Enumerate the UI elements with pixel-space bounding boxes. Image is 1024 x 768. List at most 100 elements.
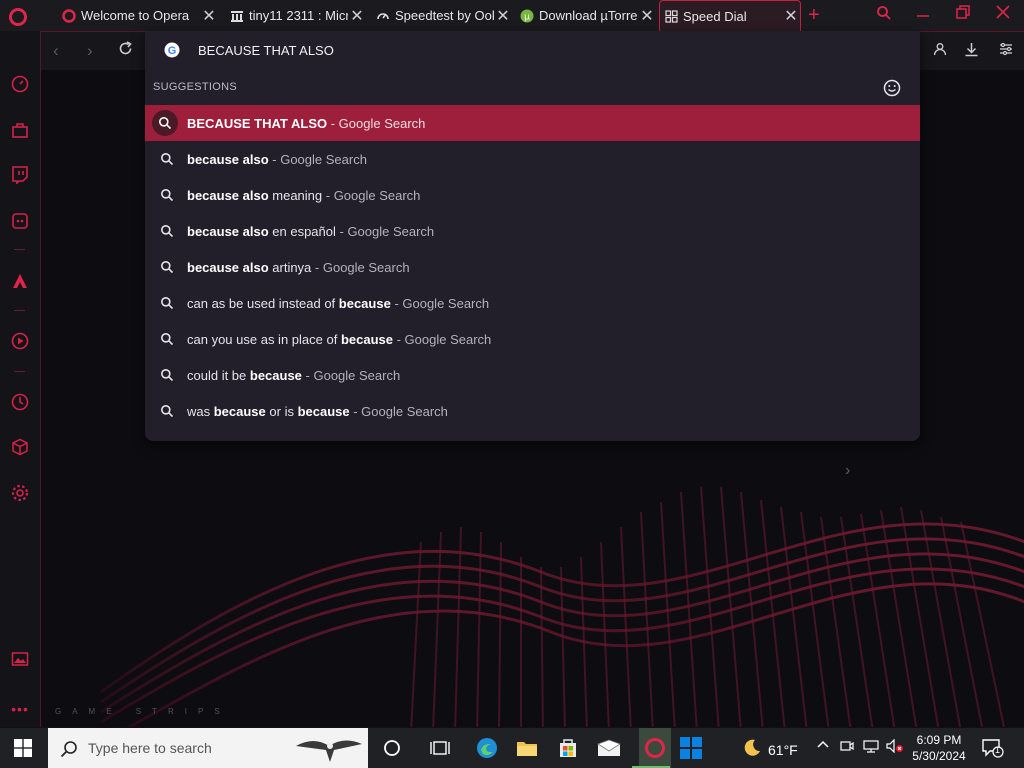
file-explorer-icon[interactable] xyxy=(515,736,539,760)
forward-icon[interactable]: › xyxy=(87,41,93,61)
back-icon[interactable]: ‹ xyxy=(53,41,59,61)
game-bag-icon[interactable] xyxy=(10,120,30,140)
suggestion-item[interactable]: can you use as in place of because - Goo… xyxy=(145,321,920,357)
close-icon[interactable]: ✕ xyxy=(348,6,366,26)
system-clock[interactable]: 6:09 PM 5/30/2024 xyxy=(910,732,968,764)
suggestion-suffix: - Google Search xyxy=(390,295,490,311)
suggestion-bold: because also xyxy=(187,151,269,167)
sidebar-divider xyxy=(14,249,25,250)
suggestion-item[interactable]: because also artinya - Google Search xyxy=(145,249,920,285)
cortana-icon[interactable] xyxy=(380,736,404,760)
suggestion-rest: artinya xyxy=(268,259,312,275)
suggestion-item[interactable]: because also - Google Search xyxy=(145,141,920,177)
archive-icon xyxy=(230,9,244,23)
download-icon[interactable] xyxy=(964,42,979,60)
tab-title: tiny11 2311 : Microsoft xyxy=(249,8,348,23)
windows-tiles-icon[interactable] xyxy=(679,736,703,760)
tab-title: Welcome to Opera xyxy=(81,8,190,23)
meet-now-icon[interactable] xyxy=(840,739,854,756)
tab-speedtest[interactable]: Speedtest by Ookla ✕ xyxy=(372,0,512,31)
close-icon[interactable]: ✕ xyxy=(782,6,800,26)
task-view-icon[interactable] xyxy=(428,736,452,760)
opera-menu-icon[interactable] xyxy=(9,8,27,26)
suggestion-suffix: - Google Search xyxy=(311,259,410,275)
clock-date: 5/30/2024 xyxy=(912,749,966,763)
extensions-cube-icon[interactable] xyxy=(10,437,30,457)
new-tab-plus-icon[interactable]: + xyxy=(808,4,820,27)
notification-center-icon[interactable]: 1 xyxy=(982,738,1004,763)
address-input-row[interactable]: G BECAUSE THAT ALSO xyxy=(145,31,920,69)
suggestion-rest: en español xyxy=(268,223,336,239)
history-clock-icon[interactable] xyxy=(10,392,30,412)
close-window-icon[interactable] xyxy=(996,5,1010,24)
suggestion-item[interactable]: could it be because - Google Search xyxy=(145,357,920,393)
search-icon xyxy=(158,330,176,348)
suggestion-suffix: - Google Search xyxy=(335,223,435,239)
discord-icon[interactable] xyxy=(10,211,30,231)
weather-widget[interactable]: 61°F xyxy=(742,738,798,761)
mail-icon[interactable] xyxy=(597,736,621,760)
tab-tiny11[interactable]: tiny11 2311 : Microsoft ✕ xyxy=(226,0,366,31)
suggestion-suffix: - Google Search xyxy=(349,403,448,419)
suggestion-suffix: - Google Search xyxy=(301,367,401,383)
tab-speed-dial[interactable]: Speed Dial ✕ xyxy=(659,0,801,31)
wallpaper-image-icon[interactable] xyxy=(10,649,30,669)
sidebar-divider xyxy=(14,371,25,372)
edge-icon[interactable] xyxy=(475,736,499,760)
close-icon[interactable]: ✕ xyxy=(200,6,218,26)
suggestion-item[interactable]: BECAUSE THAT ALSO - Google Search xyxy=(145,105,920,141)
suggestion-pre: can you use as in place of xyxy=(187,331,341,347)
close-icon[interactable]: ✕ xyxy=(494,6,512,26)
suggestion-bold: because xyxy=(338,295,391,311)
microsoft-store-icon[interactable] xyxy=(556,736,580,760)
volume-muted-icon[interactable] xyxy=(886,738,904,756)
tab-title: Speedtest by Ookla xyxy=(395,8,494,23)
settings-gear-icon[interactable] xyxy=(10,483,30,503)
suggestion-pre: can as be used instead of xyxy=(187,295,339,311)
show-hidden-icons-chevron-icon[interactable] xyxy=(817,739,829,754)
search-icon xyxy=(158,402,176,420)
suggestion-bold: because xyxy=(340,331,393,347)
smiley-icon[interactable] xyxy=(883,79,901,97)
suggestion-suffix: - Google Search xyxy=(327,115,426,131)
suggestion-rest: or is xyxy=(265,403,298,419)
suggestion-item[interactable]: because also meaning - Google Search xyxy=(145,177,920,213)
account-icon[interactable] xyxy=(933,42,947,59)
minimize-icon[interactable] xyxy=(916,5,930,24)
speedometer-icon[interactable] xyxy=(10,74,30,94)
suggestion-pre: could it be xyxy=(187,367,250,383)
suggestion-bold: BECAUSE THAT ALSO xyxy=(187,115,328,131)
easy-setup-icon[interactable] xyxy=(999,42,1013,59)
suggestion-item[interactable]: because also en español - Google Search xyxy=(145,213,920,249)
restore-icon[interactable] xyxy=(956,5,970,24)
suggestion-item[interactable]: can as be used instead of because - Goog… xyxy=(145,285,920,321)
suggestion-bold: because also xyxy=(187,259,269,275)
bird-illustration-icon xyxy=(296,740,362,762)
suggestion-bold: because also xyxy=(187,223,269,239)
aria-icon[interactable] xyxy=(10,271,30,291)
search-tabs-icon[interactable] xyxy=(876,5,892,26)
network-icon[interactable] xyxy=(863,739,879,756)
opera-gx-taskbar-icon[interactable] xyxy=(639,728,671,768)
search-icon xyxy=(60,740,78,763)
search-icon xyxy=(158,222,176,240)
more-dots-icon[interactable]: ••• xyxy=(10,699,30,719)
moon-icon xyxy=(742,738,762,761)
taskbar-search-box[interactable]: Type here to search xyxy=(48,728,368,768)
windows-start-icon[interactable] xyxy=(14,739,32,762)
suggestion-item[interactable]: was because or is because - Google Searc… xyxy=(145,393,920,429)
suggestion-rest: meaning xyxy=(268,187,323,203)
reload-icon[interactable] xyxy=(118,41,133,61)
tab-welcome[interactable]: Welcome to Opera ✕ xyxy=(58,0,218,31)
twitch-icon[interactable] xyxy=(10,165,30,185)
address-input[interactable]: BECAUSE THAT ALSO xyxy=(198,43,334,58)
svg-text:G: G xyxy=(168,45,177,57)
suggestion-suffix: - Google Search xyxy=(392,331,492,347)
google-icon: G xyxy=(164,42,180,58)
tab-utorrent[interactable]: µ Download µTorrent ✕ xyxy=(516,0,656,31)
game-strips-label: GAME STRIPS xyxy=(55,707,231,716)
next-page-arrow-icon[interactable]: › xyxy=(845,462,850,480)
close-icon[interactable]: ✕ xyxy=(638,6,656,26)
player-icon[interactable] xyxy=(10,331,30,351)
weather-temperature: 61°F xyxy=(768,741,798,758)
